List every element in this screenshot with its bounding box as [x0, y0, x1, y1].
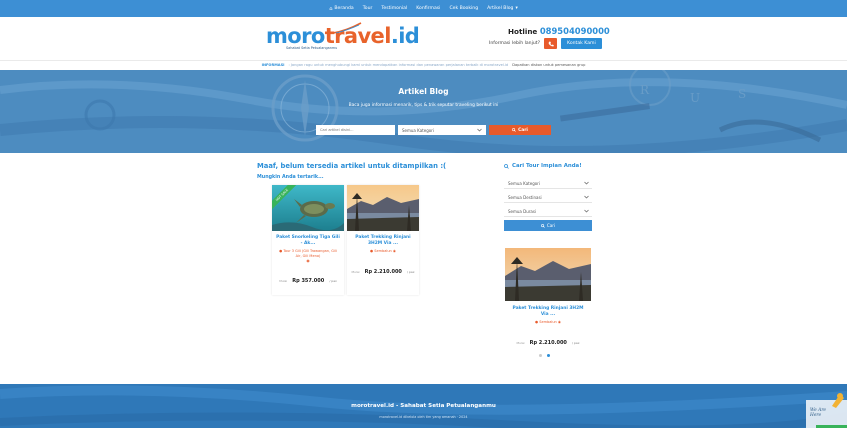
info-ticker: INFORMASI : Jangan ragu untuk menghubung…	[0, 60, 847, 69]
chevron-down-icon	[584, 195, 589, 199]
logo-swoosh-icon	[332, 22, 362, 34]
search-icon	[504, 164, 509, 169]
tour-image-rinjani	[347, 185, 419, 231]
phone-icon	[548, 41, 554, 46]
rating-icon: ◉	[306, 258, 310, 264]
sidebar-title: Cari Tour Impian Anda!	[504, 163, 582, 169]
ticker-message: : Jangan ragu untuk menghubungi kami unt…	[288, 63, 509, 67]
contact-row: Informasi lebih lanjut? Kontak Kami	[489, 38, 602, 49]
sidebar-category-select[interactable]: Semua Kategori	[504, 178, 592, 189]
location-pin-icon: ●	[370, 249, 374, 253]
location-pin-icon: ●	[279, 249, 283, 253]
featured-tour-card[interactable]: Paket Trekking Rinjani 3H2M Via ... ● Se…	[504, 248, 592, 346]
hotline-number[interactable]: 089504090000	[540, 26, 610, 36]
tour-image-snorkeling: HOT SALE	[272, 185, 344, 231]
sidebar-search-button[interactable]: Cari	[504, 220, 592, 231]
page-subtitle: Baca juga informasi menarik, tips & trik…	[348, 103, 499, 108]
featured-tour-location: ● Sembalun ◉	[535, 320, 561, 324]
carousel-dot[interactable]	[539, 354, 542, 357]
search-icon	[540, 223, 545, 228]
ticker-message-secondary: Dapatkan diskon untuk pemesanan grup	[512, 63, 586, 67]
sidebar-duration-select[interactable]: Semua Durasi	[504, 206, 592, 217]
home-icon: ⌂	[329, 5, 333, 12]
ticker-label: INFORMASI	[261, 63, 285, 67]
nav-konfirmasi[interactable]: Konfirmasi	[416, 6, 440, 11]
chevron-down-icon: ▾	[515, 6, 518, 11]
featured-tour-title[interactable]: Paket Trekking Rinjani 3H2M Via ...	[504, 306, 592, 318]
contact-button[interactable]: Kontak Kami	[561, 38, 602, 49]
carousel-dots	[539, 354, 550, 357]
tour-price: Mulai Rp 357.000 / pax	[279, 278, 337, 285]
site-logo[interactable]: morotravel.id Sahabat Setia Petualanganm…	[266, 22, 420, 58]
nav-cek-booking[interactable]: Cek Booking	[449, 6, 478, 11]
category-select[interactable]: Semua Kategori	[398, 125, 486, 135]
tour-title[interactable]: Paket Snorkeling Tiga Gili - Ak...	[272, 235, 344, 247]
nav-testimonial[interactable]: Testimonial	[381, 6, 407, 11]
location-pin-icon: ●	[535, 320, 539, 324]
footer-subtitle: morotravel.id dikelola oleh tim yang ama…	[379, 415, 468, 419]
footer: morotravel.id - Sahabat Setia Petualanga…	[0, 384, 847, 428]
hero-banner: R U S Artikel Blog Baca juga informasi m…	[0, 70, 847, 153]
info-text: Informasi lebih lanjut?	[489, 41, 541, 46]
article-search-input[interactable]	[316, 125, 395, 135]
tour-location: ● Tour 3 Gili (Gili Trawangan, Gili Air,…	[279, 249, 337, 258]
nav-beranda[interactable]: ⌂ Beranda	[329, 6, 354, 12]
chevron-down-icon	[584, 181, 589, 185]
rating-icon: ◉	[557, 320, 561, 324]
nav-tour[interactable]: Tour	[363, 6, 373, 11]
rating-icon: ◉	[392, 249, 396, 253]
featured-tour-price: Mulai Rp 2.210.000 / pax	[516, 339, 580, 346]
chevron-down-icon	[477, 128, 482, 132]
mountain-lake-image	[347, 185, 419, 231]
tour-card[interactable]: Paket Trekking Rinjani 3H2M Via ... ● Se…	[347, 185, 419, 295]
tour-location: ● Sembalun ◉	[370, 249, 396, 253]
suggestion-heading: Mungkin Anda tertarik...	[257, 175, 324, 180]
search-button[interactable]: Cari	[489, 125, 551, 135]
featured-tour-image	[505, 248, 591, 301]
tour-price: Mulai Rp 2.210.000 / pax	[351, 268, 415, 275]
chevron-down-icon	[584, 209, 589, 213]
footer-title: morotravel.id - Sahabat Setia Petualanga…	[351, 403, 496, 409]
phone-button[interactable]	[544, 38, 558, 49]
carousel-dot-active[interactable]	[547, 354, 550, 357]
chat-text: We Are Here	[810, 408, 827, 418]
tour-card[interactable]: HOT SALE Paket Snorkeling Tiga Gili - Ak…	[272, 185, 344, 295]
sidebar-destination-select[interactable]: Semua Destinasi	[504, 192, 592, 203]
chat-widget[interactable]: We Are Here	[806, 392, 847, 428]
hotline: Hotline 089504090000	[508, 26, 610, 36]
mountain-lake-image	[505, 248, 591, 301]
logo-tagline: Sahabat Setia Petualanganmu	[286, 46, 338, 50]
search-icon	[512, 128, 516, 132]
page-title: Artikel Blog	[398, 87, 449, 96]
map-background-image: R U S	[0, 70, 847, 153]
nav-artikel-blog[interactable]: Artikel Blog ▾	[487, 6, 518, 11]
blog-search-form: Semua Kategori Cari	[316, 125, 551, 135]
tour-title[interactable]: Paket Trekking Rinjani 3H2M Via ...	[347, 235, 419, 247]
top-navigation: ⌂ Beranda Tour Testimonial Konfirmasi Cek…	[0, 0, 847, 17]
empty-articles-message: Maaf, belum tersedia artikel untuk ditam…	[257, 162, 447, 170]
